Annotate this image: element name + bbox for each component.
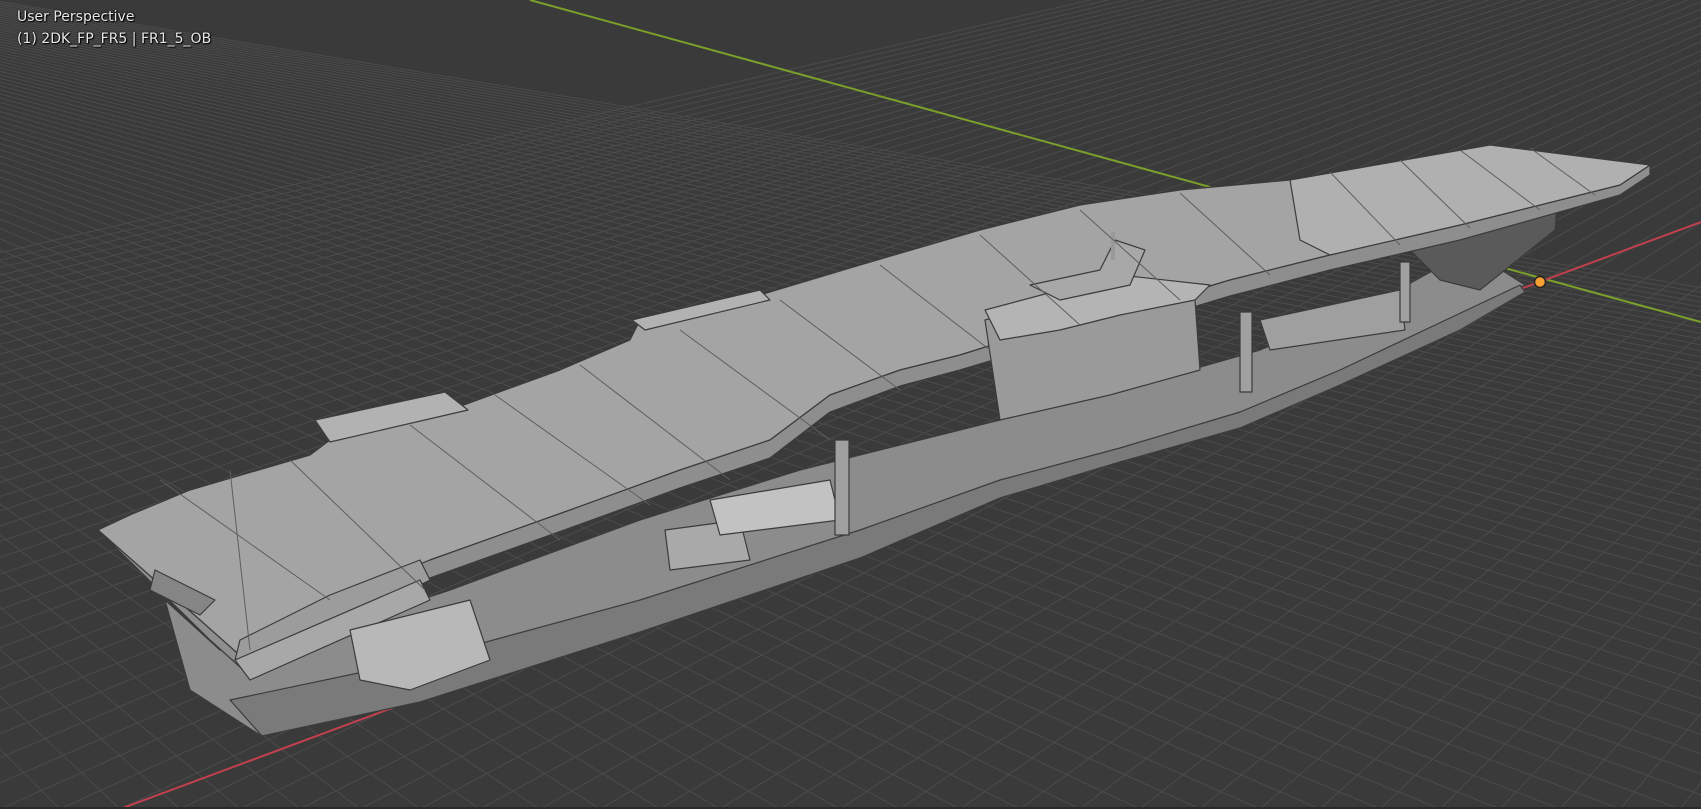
deck-pillar-2 <box>1239 311 1253 393</box>
deck-pillar-1 <box>834 439 850 536</box>
view-perspective-label: User Perspective <box>17 9 135 25</box>
object-origin-icon[interactable] <box>1533 275 1547 289</box>
deck-pillar-3 <box>1399 261 1411 323</box>
3d-viewport[interactable]: User Perspective (1) 2DK_FP_FR5 | FR1_5_… <box>0 0 1701 809</box>
viewport-scene[interactable] <box>0 0 1701 809</box>
active-object-label: (1) 2DK_FP_FR5 | FR1_5_OB <box>17 31 212 47</box>
